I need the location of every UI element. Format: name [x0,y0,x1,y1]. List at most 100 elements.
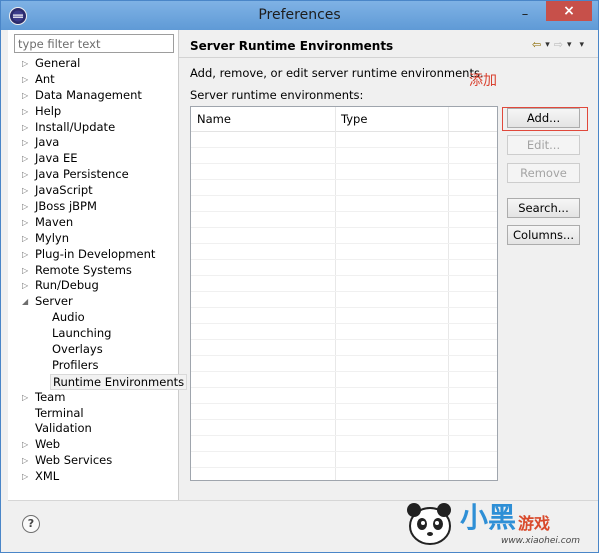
tree-item[interactable]: ▷ Data Management [8,88,178,104]
tree-item-label: Launching [52,326,112,341]
expand-arrow-icon[interactable]: ▷ [22,104,32,120]
column-header-name[interactable]: Name [197,112,231,126]
tree-item[interactable]: ▷ Java Persistence [8,167,178,183]
column-header-type[interactable]: Type [341,112,367,126]
tree-item-label: Terminal [35,405,84,420]
row-gridline [191,275,497,276]
row-gridline [191,419,497,420]
columns-button[interactable]: Columns... [507,225,580,245]
row-gridline [191,403,497,404]
filter-input[interactable] [14,34,174,53]
tree-item[interactable]: ▷ Install/Update [8,120,178,136]
expand-arrow-icon[interactable]: ▷ [22,247,32,263]
expand-arrow-icon[interactable]: ▷ [22,72,32,88]
forward-dropdown-icon[interactable]: ▾ [567,40,572,50]
watermark-url: www.xiaohei.com [500,536,580,546]
expand-arrow-icon[interactable]: ▷ [22,135,32,151]
tree-item[interactable]: ▷ Run/Debug [8,278,178,294]
row-gridline [191,243,497,244]
row-gridline [191,323,497,324]
tree-item[interactable]: Runtime Environments [8,373,188,390]
expand-arrow-icon[interactable]: ▷ [22,278,32,294]
tree-item-label: Java EE [35,151,78,166]
tree-item-label: General [35,56,81,70]
expand-arrow-icon[interactable]: ▷ [22,469,32,485]
tree-item-label: Help [35,103,62,118]
preferences-window: Preferences – × ▷General▷Ant▷Data Manage… [0,0,599,553]
collapse-arrow-icon[interactable]: ◢ [22,294,32,310]
tree-item[interactable]: ▷ Maven [8,215,178,231]
tree-item[interactable]: ▷ Java EE [8,151,178,167]
tree-item[interactable]: ▷ JavaScript [8,183,178,199]
expand-arrow-icon[interactable]: ▷ [22,263,32,279]
tree-item[interactable]: ◢ Server [8,294,178,310]
view-menu-icon[interactable]: ▾ [579,40,584,50]
tree-item-label: Maven [35,214,74,229]
edit-button[interactable]: Edit... [507,135,580,155]
expand-arrow-icon[interactable]: ▷ [22,183,32,199]
expand-arrow-icon[interactable]: ▷ [22,215,32,231]
expand-arrow-icon[interactable]: ▷ [22,390,32,406]
expand-arrow-icon[interactable]: ▷ [22,437,32,453]
tree-item[interactable]: Validation [8,421,178,437]
tree-item-label: Validation [35,421,92,436]
row-gridline [191,163,497,164]
watermark-logo: 小黑 游戏 www.xiaohei.com [400,496,590,548]
tree-item[interactable]: ▷ General [8,56,178,72]
expand-arrow-icon[interactable]: ▷ [22,120,32,136]
tree-item[interactable]: ▷ Java [8,135,178,151]
runtime-list-label: Server runtime environments: [190,88,364,102]
tree-item[interactable]: ▷ Web Services [8,453,178,469]
tree-item[interactable]: Audio [8,310,178,326]
tree-item[interactable]: ▷ Team [8,390,178,406]
tree-item[interactable]: Terminal [8,406,178,422]
tree-item[interactable]: Profilers [8,358,178,374]
back-dropdown-icon[interactable]: ▾ [545,40,550,50]
annotation-label: 添加 [469,73,497,89]
tree-item-label: Remote Systems [35,262,132,277]
tree-item-label: XML [35,469,60,484]
tree-item[interactable]: ▷ Web [8,437,178,453]
tree-item-label: Runtime Environments [50,373,188,390]
window-title: Preferences [258,7,341,23]
tree-item[interactable]: ▷ Remote Systems [8,263,178,279]
forward-arrow-icon[interactable]: ⇨ [554,38,563,51]
tree-item[interactable]: ▷ Plug-in Development [8,247,178,263]
page-navigation: ⇦ ▾ ⇨ ▾ ▾ [532,38,584,51]
tree-item[interactable]: Overlays [8,342,178,358]
expand-arrow-icon[interactable]: ▷ [22,167,32,183]
page-description: Add, remove, or edit server runtime envi… [190,66,484,80]
tree-item-label: Plug-in Development [35,246,156,261]
minimize-button[interactable]: – [512,4,538,24]
tree-item-label: Java Persistence [35,167,129,182]
remove-button[interactable]: Remove [507,163,580,183]
row-gridline [191,179,497,180]
back-arrow-icon[interactable]: ⇦ [532,38,541,51]
close-button[interactable]: × [546,1,592,21]
page-title: Server Runtime Environments [190,39,394,53]
help-icon[interactable]: ? [22,515,40,533]
runtime-environments-table[interactable]: Name Type [190,106,498,481]
preference-tree-pane: ▷General▷Ant▷Data Management▷Help▷Instal… [8,30,188,500]
expand-arrow-icon[interactable]: ▷ [22,453,32,469]
expand-arrow-icon[interactable]: ▷ [22,56,32,72]
tree-item[interactable]: ▷ Help [8,104,178,120]
preference-tree: ▷ General ▷ Ant ▷ Data Management ▷ Help ▷ Instal… [8,56,188,485]
add-highlight-box [502,107,588,131]
search-button[interactable]: Search... [507,198,580,218]
tree-item[interactable]: ▷ XML [8,469,178,485]
row-gridline [191,435,497,436]
tree-item-label: Mylyn [35,230,70,245]
row-gridline [191,291,497,292]
row-gridline [191,387,497,388]
tree-item[interactable]: Launching [8,326,178,342]
title-bar[interactable]: Preferences – × [1,1,598,30]
expand-arrow-icon[interactable]: ▷ [22,151,32,167]
row-gridline [191,211,497,212]
expand-arrow-icon[interactable]: ▷ [22,88,32,104]
expand-arrow-icon[interactable]: ▷ [22,231,32,247]
expand-arrow-icon[interactable]: ▷ [22,199,32,215]
tree-item[interactable]: ▷ JBoss jBPM [8,199,178,215]
tree-item[interactable]: ▷ Mylyn [8,231,178,247]
tree-item[interactable]: ▷ Ant [8,72,178,88]
